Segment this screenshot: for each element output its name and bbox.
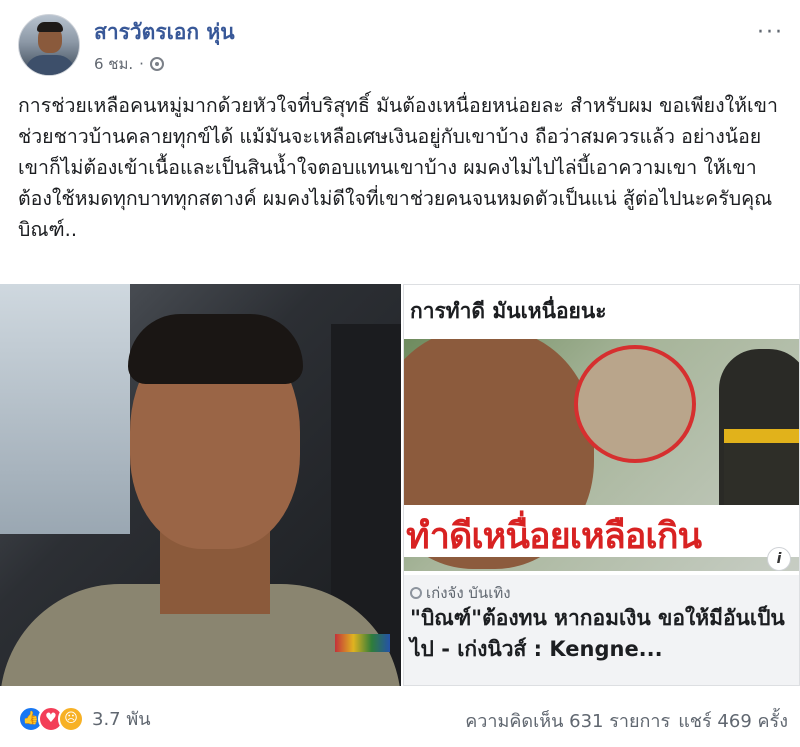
meta-separator: ·	[139, 55, 144, 73]
post-photo[interactable]	[0, 284, 401, 686]
link-preview-card[interactable]: การทำดี มันเหนื่อยนะ ทำดีเหนื่อยเหลือเกิ…	[403, 284, 800, 686]
reactions-summary[interactable]: 👍 ♥ ☹ 3.7 พัน	[18, 704, 151, 733]
more-options-icon[interactable]: ···	[757, 20, 784, 45]
author-name[interactable]: สารวัตรเอก หุ่น	[94, 16, 235, 49]
image-headline: ทำดีเหนื่อยเหลือเกิน	[406, 516, 702, 557]
post-time[interactable]: 6 ชม.	[94, 52, 133, 76]
card-source: เก่งจัง บันเทิง	[410, 581, 511, 605]
author-avatar[interactable]	[18, 14, 80, 76]
post-text: การช่วยเหลือคนหมู่มากด้วยหัวใจที่บริสุทธ…	[18, 94, 778, 241]
engagement-stats: ความคิดเห็น 631 รายการ แชร์ 469 ครั้ง	[465, 706, 788, 735]
post-header: สารวัตรเอก หุ่น 6 ชม. · ···	[18, 14, 788, 84]
comments-count[interactable]: ความคิดเห็น 631 รายการ	[465, 706, 670, 735]
card-source-label: เก่งจัง บันเทิง	[426, 584, 511, 602]
reaction-count: 3.7 พัน	[92, 709, 151, 730]
post-meta: 6 ชม. ·	[94, 52, 164, 76]
card-headline[interactable]: "บิณฑ์"ต้องทน หากอมเงิน ขอให้มีอันเป็นไป…	[410, 603, 795, 665]
globe-icon	[149, 57, 164, 71]
card-title: การทำดี มันเหนื่อยนะ	[410, 299, 607, 323]
sad-icon: ☹	[58, 705, 84, 732]
shares-count[interactable]: แชร์ 469 ครั้ง	[678, 706, 788, 735]
info-icon[interactable]: i	[767, 547, 791, 571]
link-icon	[410, 587, 422, 599]
post-footer: 👍 ♥ ☹ 3.7 พัน ความคิดเห็น 631 รายการ แชร…	[18, 700, 788, 734]
